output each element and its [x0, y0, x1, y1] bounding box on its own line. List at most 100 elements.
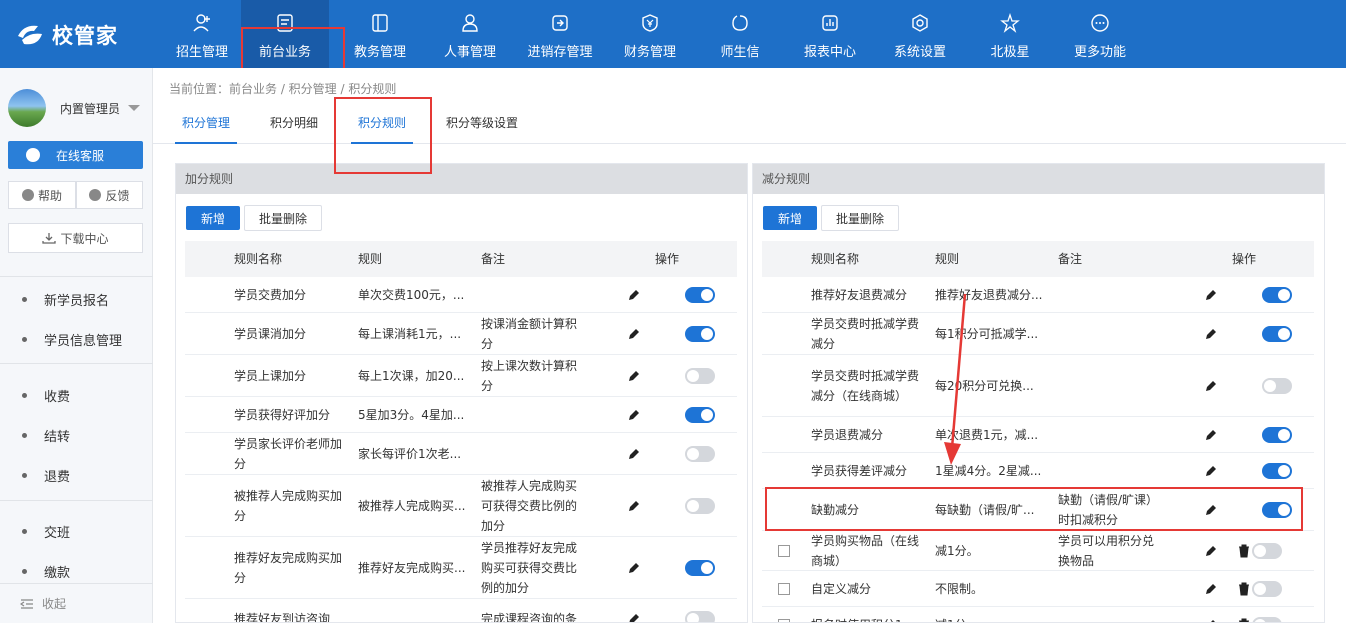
menu-item-refund[interactable]: 退费 — [22, 466, 70, 485]
rule-toggle[interactable] — [1262, 287, 1292, 303]
rule-toggle[interactable] — [1262, 427, 1292, 443]
tab-points-level-settings[interactable]: 积分等级设置 — [439, 108, 525, 144]
rule-toggle[interactable] — [685, 446, 715, 462]
edit-icon[interactable] — [1204, 582, 1218, 596]
add-rule-button[interactable]: 新增 — [186, 206, 240, 230]
edit-icon[interactable] — [1204, 327, 1218, 341]
menu-item-carryover[interactable]: 结转 — [22, 426, 70, 445]
collapse-button[interactable]: 收起 — [0, 583, 153, 623]
rule-note-text: 缺勤（请假/旷课）时扣减积分 — [1058, 493, 1159, 527]
rule-text: 每1积分可抵减学... — [935, 327, 1039, 341]
rule-toggle[interactable] — [685, 407, 715, 423]
rule-name-text: 学员购买物品（在线商城） — [811, 534, 920, 568]
feedback-button[interactable]: 反馈 — [76, 181, 143, 209]
menu-item-payment[interactable]: 缴款 — [22, 562, 70, 581]
rule-name: 学员课消加分 — [234, 313, 344, 355]
download-label: 下载中心 — [60, 231, 109, 246]
edit-icon[interactable] — [627, 408, 641, 422]
bulk-delete-button[interactable]: 批量删除 — [821, 205, 899, 231]
menu-label: 学员信息管理 — [44, 334, 123, 349]
online-service-button[interactable]: 在线客服 — [8, 141, 143, 169]
edit-icon[interactable] — [627, 561, 641, 575]
rule-toggle[interactable] — [1252, 617, 1282, 622]
nav-item-1[interactable]: 前台业务 — [241, 0, 329, 68]
edit-icon[interactable] — [627, 447, 641, 461]
rule-name-text: 缺勤减分 — [811, 503, 860, 517]
rule-toggle[interactable] — [685, 560, 715, 576]
edit-icon[interactable] — [1204, 544, 1218, 558]
menu-item-charge[interactable]: 收费 — [22, 386, 70, 405]
rule-toggle[interactable] — [685, 287, 715, 303]
nav-item-7[interactable]: 报表中心 — [786, 0, 874, 68]
rule-toggle[interactable] — [685, 611, 715, 622]
rule-toggle[interactable] — [1262, 378, 1292, 394]
menu-item-student-info[interactable]: 学员信息管理 — [22, 330, 122, 349]
rule-note-text: 被推荐人完成购买可获得交费比例的加分 — [481, 479, 578, 533]
rule-toggle[interactable] — [685, 498, 715, 514]
add-rules-panel: 加分规则 新增 批量删除 规则名称 规则 备注 操作 学员交费加分 单次交费100… — [175, 163, 748, 623]
trash-icon[interactable] — [1238, 582, 1250, 596]
nav-item-2[interactable]: 教务管理 — [336, 0, 424, 68]
edit-icon[interactable] — [1204, 288, 1218, 302]
edit-icon[interactable] — [1204, 464, 1218, 478]
table-header: 规则名称 规则 备注 操作 — [185, 241, 737, 277]
rule-note — [1058, 355, 1164, 417]
help-button[interactable]: 帮助 — [8, 181, 76, 209]
rule-note-text: 按课消金额计算积分 — [481, 317, 578, 351]
nav-item-0[interactable]: 招生管理 — [158, 0, 246, 68]
edit-icon[interactable] — [627, 288, 641, 302]
tab-points-detail[interactable]: 积分明细 — [263, 108, 325, 144]
rule-note — [1058, 313, 1164, 355]
row-checkbox[interactable] — [778, 583, 790, 595]
edit-icon[interactable] — [1204, 379, 1218, 393]
menu-item-new-student[interactable]: 新学员报名 — [22, 290, 109, 309]
tab-points-rules[interactable]: 积分规则 — [351, 108, 413, 144]
nav-item-4[interactable]: 进销存管理 — [516, 0, 604, 68]
edit-icon[interactable] — [627, 612, 641, 623]
rule-name: 推荐好友退费减分 — [811, 277, 921, 313]
rule-toggle[interactable] — [1252, 543, 1282, 559]
edit-icon[interactable] — [627, 327, 641, 341]
rule-text: 推荐好友完成购买... — [358, 561, 466, 575]
brand-logo[interactable]: 校管家 — [16, 20, 118, 50]
rule-toggle[interactable] — [685, 368, 715, 384]
nav-item-10[interactable]: 更多功能 — [1056, 0, 1144, 68]
nav-label: 报表中心 — [803, 45, 856, 60]
collapse-label: 收起 — [42, 597, 67, 611]
download-center-button[interactable]: 下载中心 — [8, 223, 143, 253]
rule-name: 学员家长评价老师加分 — [234, 433, 344, 475]
edit-icon[interactable] — [1204, 503, 1218, 517]
nav-item-9[interactable]: 北极星 — [966, 0, 1054, 68]
row-checkbox[interactable] — [778, 545, 790, 557]
menu-label: 缴款 — [44, 566, 71, 581]
rule-text: 减1分。 — [935, 544, 979, 558]
person-icon — [460, 13, 480, 33]
subtract-rules-panel: 减分规则 新增 批量删除 规则名称 规则 备注 操作 推荐好友退费减分 推荐好友退… — [752, 163, 1325, 623]
menu-item-shift[interactable]: 交班 — [22, 522, 70, 541]
rule-toggle[interactable] — [1262, 463, 1292, 479]
edit-icon[interactable] — [1204, 428, 1218, 442]
rule-toggle[interactable] — [685, 326, 715, 342]
nav-item-6[interactable]: 师生信 — [696, 0, 784, 68]
nav-item-5[interactable]: 财务管理 — [606, 0, 694, 68]
tab-points-management[interactable]: 积分管理 — [175, 108, 237, 144]
bulk-delete-button[interactable]: 批量删除 — [244, 205, 322, 231]
menu-label: 退费 — [44, 470, 71, 485]
sidebar: 内置管理员 在线客服 帮助 反馈 下载中心 新学员报名 学员信息管理 收费 结转… — [0, 68, 153, 623]
column-action: 操作 — [655, 252, 680, 266]
rule-toggle[interactable] — [1252, 581, 1282, 597]
edit-icon[interactable] — [627, 369, 641, 383]
trash-icon[interactable] — [1238, 544, 1250, 558]
user-menu[interactable]: 内置管理员 — [8, 88, 148, 128]
trash-icon[interactable] — [1238, 618, 1250, 623]
row-checkbox[interactable] — [778, 619, 790, 622]
rule-toggle[interactable] — [1262, 326, 1292, 342]
column-note: 备注 — [481, 252, 506, 266]
edit-icon[interactable] — [1204, 618, 1218, 623]
edit-icon[interactable] — [627, 499, 641, 513]
add-rule-button[interactable]: 新增 — [763, 206, 817, 230]
table-row: 缺勤减分 每缺勤（请假/旷... 缺勤（请假/旷课）时扣减积分 — [762, 489, 1314, 531]
nav-item-3[interactable]: 人事管理 — [426, 0, 514, 68]
rule-toggle[interactable] — [1262, 502, 1292, 518]
nav-item-8[interactable]: 系统设置 — [876, 0, 964, 68]
